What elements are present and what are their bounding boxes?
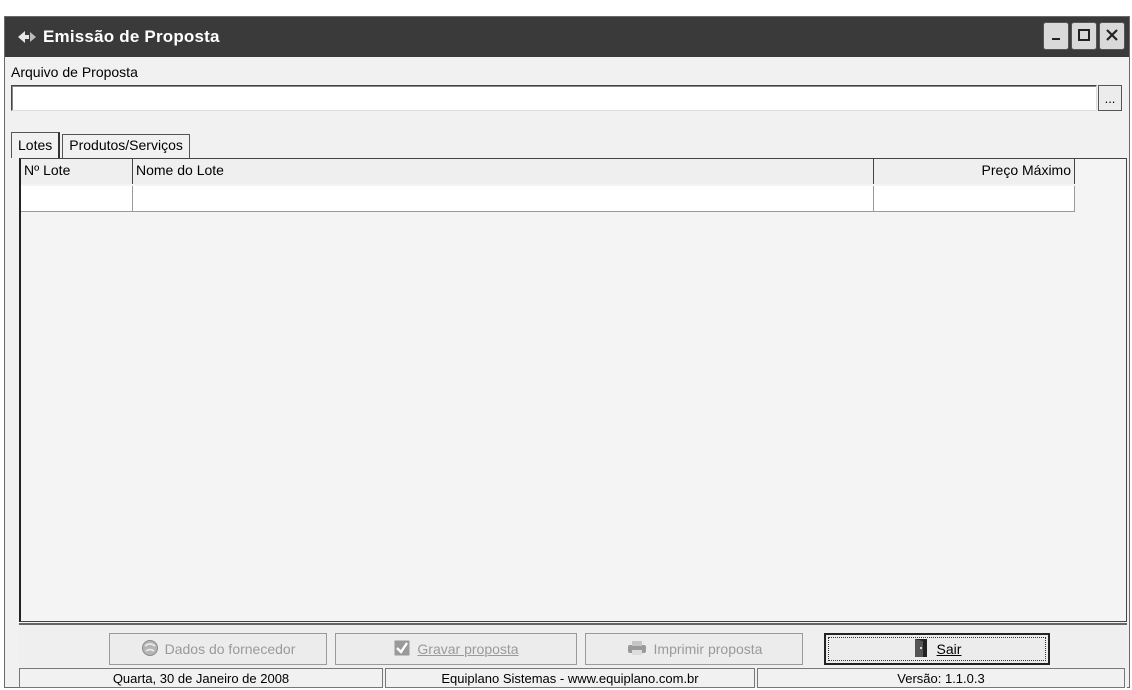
- grid-header: Nº Lote Nome do Lote Preço Máximo: [21, 159, 1075, 184]
- status-company: Equiplano Sistemas - www.equiplano.com.b…: [385, 668, 755, 688]
- arquivo-label: Arquivo de Proposta: [11, 64, 138, 80]
- sair-label: Sair: [936, 641, 962, 657]
- table-row[interactable]: [21, 186, 1075, 212]
- checkbox-save-icon: [393, 639, 411, 660]
- status-version: Versão: 1.1.0.3: [757, 668, 1125, 688]
- imprimir-proposta-button[interactable]: Imprimir proposta: [585, 633, 803, 665]
- minimize-button[interactable]: [1043, 22, 1069, 50]
- gravar-proposta-button[interactable]: Gravar proposta: [335, 633, 577, 665]
- proposal-window: Emissão de Proposta Arquivo de Proposta …: [4, 16, 1130, 688]
- maximize-icon: [1077, 28, 1091, 45]
- close-icon: [1105, 28, 1119, 45]
- dados-fornecedor-button[interactable]: Dados do fornecedor: [109, 633, 327, 665]
- column-header-preco-maximo[interactable]: Preço Máximo: [874, 159, 1075, 184]
- lotes-grid[interactable]: Nº Lote Nome do Lote Preço Máximo: [19, 158, 1127, 622]
- maximize-button[interactable]: [1071, 22, 1097, 50]
- cell-numero-lote[interactable]: [21, 186, 133, 211]
- title-bar[interactable]: Emissão de Proposta: [5, 17, 1129, 57]
- cell-nome-lote[interactable]: [133, 186, 874, 211]
- window-title: Emissão de Proposta: [43, 27, 220, 46]
- gravar-proposta-label: Gravar proposta: [417, 641, 519, 657]
- imprimir-proposta-label: Imprimir proposta: [653, 641, 763, 657]
- tab-lotes[interactable]: Lotes: [11, 132, 61, 158]
- minimize-icon: [1049, 28, 1063, 45]
- app-icon: [15, 25, 39, 49]
- tab-produtos-servicos[interactable]: Produtos/Serviços: [62, 134, 190, 158]
- printer-icon: [626, 640, 648, 659]
- column-header-nome-lote[interactable]: Nome do Lote: [133, 159, 874, 184]
- close-button[interactable]: [1099, 22, 1125, 50]
- window-controls: [1043, 22, 1125, 50]
- button-bar: Dados do fornecedor Gravar proposta Impr…: [19, 623, 1127, 667]
- door-exit-icon: [913, 638, 931, 661]
- status-date: Quarta, 30 de Janeiro de 2008: [19, 668, 383, 688]
- tab-strip: Lotes Produtos/Serviços: [11, 132, 192, 158]
- globe-icon: [141, 639, 159, 660]
- dados-fornecedor-label: Dados do fornecedor: [164, 641, 296, 657]
- status-bar: Quarta, 30 de Janeiro de 2008 Equiplano …: [19, 668, 1127, 688]
- cell-preco-maximo[interactable]: [874, 186, 1075, 211]
- column-header-numero-lote[interactable]: Nº Lote: [21, 159, 133, 184]
- browse-button[interactable]: ...: [1098, 85, 1122, 111]
- arquivo-input[interactable]: [11, 85, 1097, 111]
- sair-button[interactable]: Sair: [824, 633, 1050, 665]
